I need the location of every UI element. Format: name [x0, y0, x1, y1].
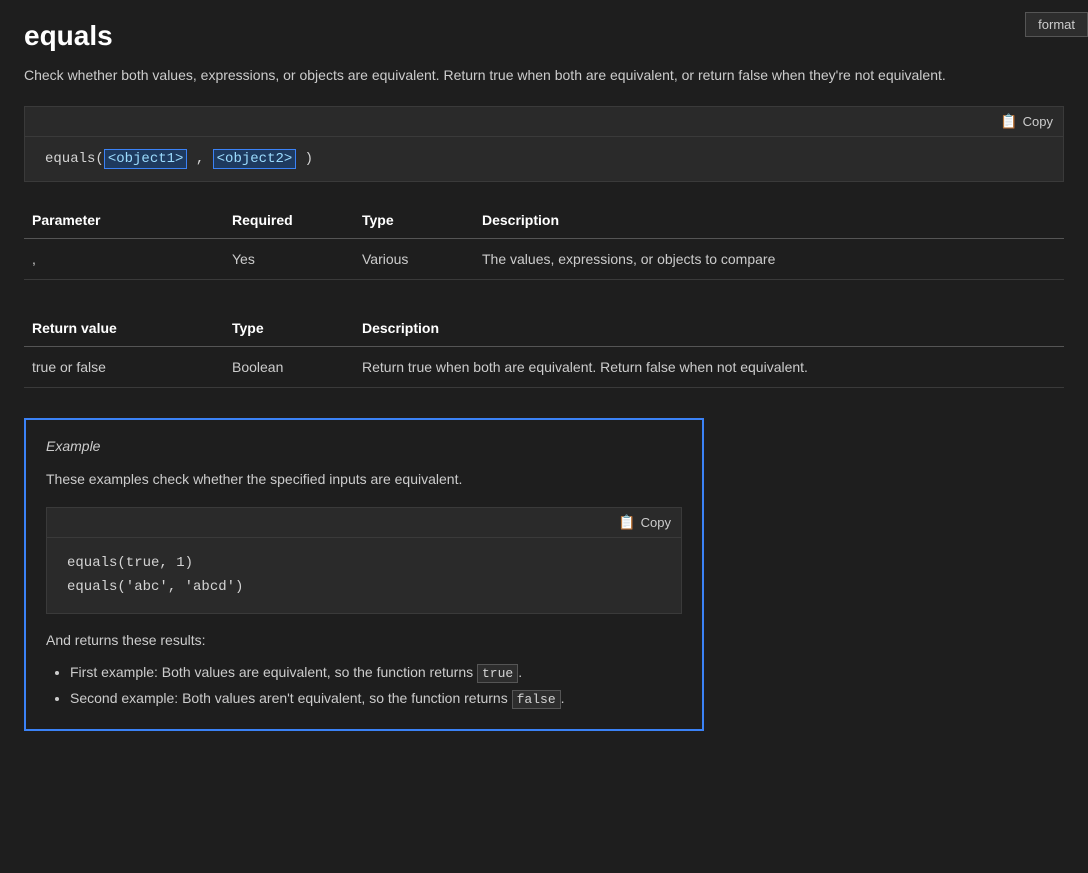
- example-box: Example These examples check whether the…: [24, 418, 704, 731]
- result-item: First example: Both values are equivalen…: [70, 660, 682, 685]
- page-title: equals: [24, 20, 113, 52]
- syntax-separator: ,: [187, 151, 212, 167]
- return-table: Return value Type Description true or fa…: [24, 310, 1064, 388]
- param1-highlight: <object1>: [104, 149, 188, 169]
- results-title: And returns these results:: [46, 632, 682, 648]
- return-col-value: Return value: [24, 310, 224, 347]
- example-code-header: 📋 Copy: [47, 508, 681, 538]
- syntax-copy-button[interactable]: 📋 Copy: [1000, 113, 1053, 130]
- top-bar: equals format: [24, 20, 1064, 64]
- example-copy-label: Copy: [641, 515, 671, 530]
- params-row: , Yes Various The values, expressions, o…: [24, 239, 1064, 280]
- description: Check whether both values, expressions, …: [24, 64, 1024, 86]
- example-copy-button[interactable]: 📋 Copy: [618, 514, 671, 531]
- code-line: equals(true, 1): [67, 552, 661, 576]
- return-col-type: Type: [224, 310, 354, 347]
- result-text-before: First example: Both values are equivalen…: [70, 664, 477, 680]
- copy-icon: 📋: [1000, 113, 1017, 130]
- syntax-suffix: ): [296, 151, 313, 167]
- return-cell-type: Boolean: [224, 347, 354, 388]
- params-col-parameter: Parameter: [24, 202, 224, 239]
- code-line: equals('abc', 'abcd'): [67, 576, 661, 600]
- results-list: First example: Both values are equivalen…: [46, 660, 682, 711]
- syntax-code-block: 📋 Copy equals(<object1> , <object2> ): [24, 106, 1064, 182]
- params-col-description: Description: [474, 202, 1064, 239]
- syntax-prefix: equals(: [45, 151, 104, 167]
- result-text-after: .: [518, 664, 522, 680]
- example-code-content: equals(true, 1)equals('abc', 'abcd'): [47, 538, 681, 614]
- return-row: true or false Boolean Return true when b…: [24, 347, 1064, 388]
- return-col-description: Description: [354, 310, 1064, 347]
- format-button[interactable]: format: [1025, 12, 1088, 37]
- example-title: Example: [46, 438, 682, 454]
- return-header-row: Return value Type Description: [24, 310, 1064, 347]
- syntax-code-header: 📋 Copy: [25, 107, 1063, 137]
- result-text-after: .: [561, 690, 565, 706]
- params-cell-parameter: ,: [24, 239, 224, 280]
- result-text-before: Second example: Both values aren't equiv…: [70, 690, 512, 706]
- params-col-required: Required: [224, 202, 354, 239]
- params-cell-type: Various: [354, 239, 474, 280]
- syntax-code-content: equals(<object1> , <object2> ): [25, 137, 1063, 181]
- example-description: These examples check whether the specifi…: [46, 468, 682, 490]
- params-table: Parameter Required Type Description , Ye…: [24, 202, 1064, 280]
- result-inline-code: true: [477, 664, 518, 683]
- copy-icon-2: 📋: [618, 514, 635, 531]
- syntax-copy-label: Copy: [1023, 114, 1053, 129]
- params-col-type: Type: [354, 202, 474, 239]
- result-item: Second example: Both values aren't equiv…: [70, 686, 682, 711]
- result-inline-code: false: [512, 690, 561, 709]
- params-cell-required: Yes: [224, 239, 354, 280]
- params-header-row: Parameter Required Type Description: [24, 202, 1064, 239]
- return-cell-description: Return true when both are equivalent. Re…: [354, 347, 1064, 388]
- param2-highlight: <object2>: [213, 149, 297, 169]
- return-cell-value: true or false: [24, 347, 224, 388]
- example-code-block: 📋 Copy equals(true, 1)equals('abc', 'abc…: [46, 507, 682, 615]
- params-cell-description: The values, expressions, or objects to c…: [474, 239, 1064, 280]
